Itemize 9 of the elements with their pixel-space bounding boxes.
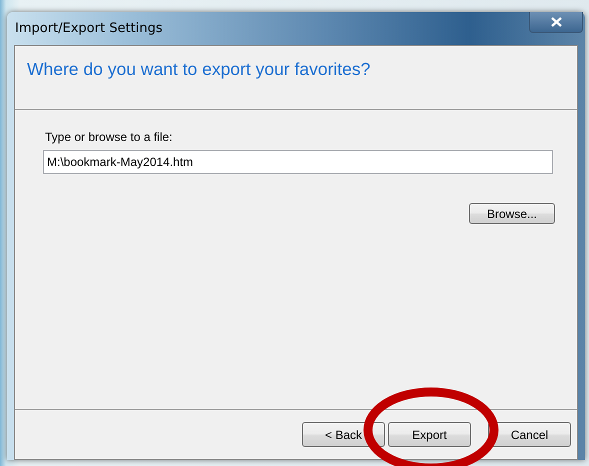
file-path-field[interactable]: M:\bookmark-May2014.htm [43, 150, 553, 174]
dialog-button[interactable]: Cancel [488, 422, 571, 447]
close-button[interactable] [529, 12, 583, 33]
close-icon [550, 17, 562, 27]
dialog-heading: Where do you want to export your favorites? [27, 59, 372, 80]
field-label: Type or browse to a file: [45, 130, 174, 144]
dialog-button[interactable]: Export [388, 422, 471, 447]
window-title: Import/Export Settings [14, 21, 163, 36]
browse-button[interactable]: Browse... [469, 203, 555, 224]
